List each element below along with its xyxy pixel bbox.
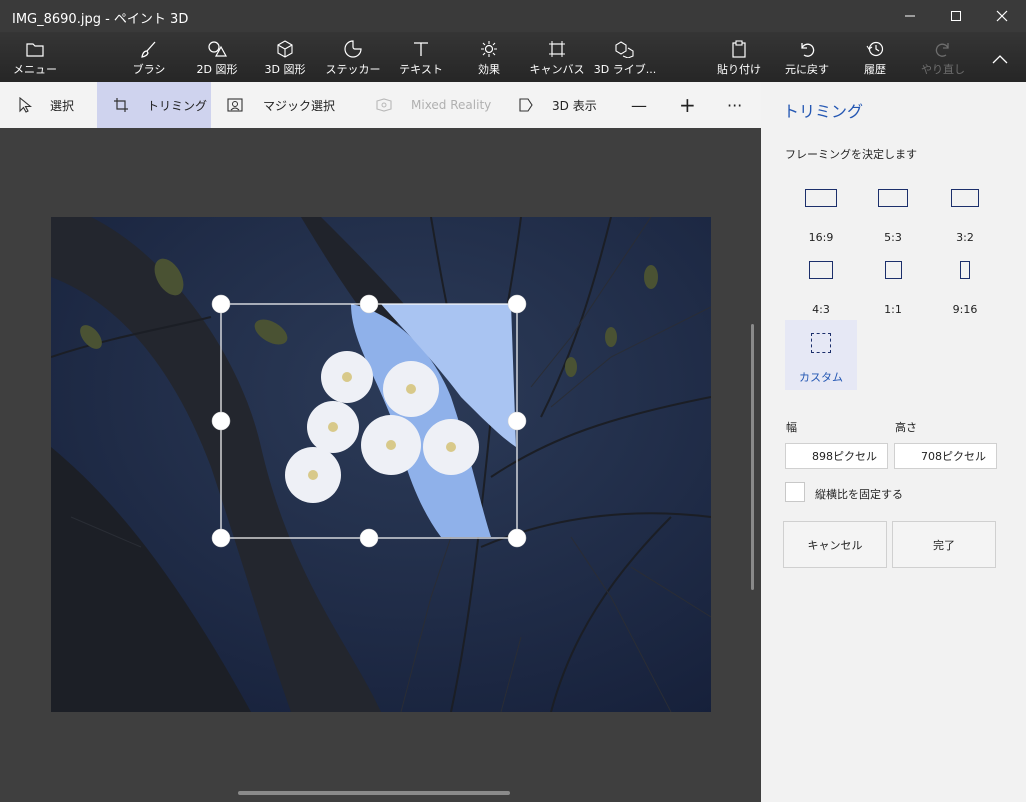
brush-tool[interactable]: ブラシ — [126, 32, 172, 82]
more-options-button[interactable]: ··· — [727, 82, 742, 128]
cursor-icon — [18, 97, 32, 113]
view-3d-icon — [518, 97, 534, 113]
ratio-3-2-option[interactable]: 3:2 — [929, 189, 1001, 259]
redo-icon — [934, 38, 952, 60]
library-3d-icon — [615, 38, 635, 60]
text-icon — [412, 38, 430, 60]
mixed-reality-icon — [375, 97, 393, 113]
ratio-3-2-icon — [951, 189, 979, 207]
view3d-tool[interactable]: 3D 表示 — [518, 82, 597, 128]
window-title: IMG_8690.jpg - ペイント 3D — [12, 12, 189, 27]
magic-select-tool[interactable]: マジック選択 — [227, 82, 335, 128]
chevron-up-icon — [992, 48, 1008, 70]
canvas-tool[interactable]: キャンバス — [530, 32, 585, 82]
library3d-tool[interactable]: 3D ライブ... — [594, 32, 656, 82]
shapes-2d-icon — [207, 38, 227, 60]
redo-button[interactable]: やり直し — [920, 32, 966, 82]
cube-icon — [276, 38, 294, 60]
ratio-1-1-option[interactable]: 1:1 — [857, 261, 929, 331]
crop-icon — [113, 97, 129, 113]
cancel-button[interactable]: キャンセル — [783, 521, 887, 568]
height-label: 高さ — [895, 421, 917, 434]
history-icon — [866, 38, 884, 60]
stickers-tool[interactable]: ステッカー — [326, 32, 381, 82]
maximize-button[interactable] — [933, 0, 979, 32]
sticker-icon — [344, 38, 362, 60]
vertical-scrollbar[interactable] — [751, 324, 754, 590]
text-tool[interactable]: テキスト — [398, 32, 444, 82]
photo-image — [51, 217, 711, 712]
crop-subtoolbar: 選択 トリミング マジック選択 Mixed Reality 3D 表示 — + … — [0, 82, 761, 128]
ratio-5-3-option[interactable]: 5:3 — [857, 189, 929, 259]
ratio-1-1-icon — [884, 261, 902, 279]
close-button[interactable] — [979, 0, 1025, 32]
zoom-out-button[interactable]: — — [631, 82, 647, 128]
undo-button[interactable]: 元に戻す — [784, 32, 830, 82]
history-button[interactable]: 履歴 — [852, 32, 898, 82]
ratio-16-9-icon — [805, 189, 837, 207]
close-icon — [996, 10, 1008, 22]
crop-tool[interactable]: トリミング — [97, 82, 211, 128]
collapse-toolbar-button[interactable] — [982, 32, 1018, 82]
magic-select-icon — [227, 97, 245, 113]
ratio-9-16-icon — [960, 261, 970, 279]
horizontal-scrollbar[interactable] — [238, 791, 510, 795]
shapes3d-tool[interactable]: 3D 図形 — [260, 32, 310, 82]
folder-icon — [26, 38, 44, 60]
custom-crop-icon — [811, 333, 831, 353]
lock-aspect-checkbox[interactable] — [785, 482, 805, 502]
lock-aspect-label: 縦横比を固定する — [815, 488, 903, 501]
panel-subtitle: フレーミングを決定します — [785, 148, 917, 161]
menu-button[interactable]: メニュー — [12, 32, 58, 82]
sun-icon — [480, 38, 498, 60]
height-field[interactable]: 708ピクセル — [894, 443, 997, 469]
minimize-icon — [905, 15, 915, 17]
width-field[interactable]: 898ピクセル — [785, 443, 888, 469]
undo-icon — [798, 38, 816, 60]
canvas-icon — [548, 38, 566, 60]
ratio-5-3-icon — [878, 189, 908, 207]
width-label: 幅 — [786, 421, 797, 434]
minimize-button[interactable] — [887, 0, 933, 32]
shapes2d-tool[interactable]: 2D 図形 — [192, 32, 242, 82]
maximize-icon — [951, 11, 961, 21]
ratio-16-9-option[interactable]: 16:9 — [785, 189, 857, 259]
crop-panel: トリミング フレーミングを決定します 16:9 5:3 3:2 4:3 1:1 … — [761, 82, 1026, 802]
select-tool[interactable]: 選択 — [18, 82, 74, 128]
main-toolbar: メニュー ブラシ 2D 図形 3D 図形 ステッカー テキスト 効果 キャンバス… — [0, 32, 1026, 82]
paste-button[interactable]: 貼り付け — [716, 32, 762, 82]
brush-icon — [140, 38, 158, 60]
clipboard-icon — [730, 38, 748, 60]
title-bar: IMG_8690.jpg - ペイント 3D — [0, 0, 1026, 32]
ratio-9-16-option[interactable]: 9:16 — [929, 261, 1001, 331]
zoom-in-button[interactable]: + — [679, 82, 696, 128]
mixed-reality-tool[interactable]: Mixed Reality — [375, 82, 491, 128]
ratio-4-3-icon — [809, 261, 833, 279]
effects-tool[interactable]: 効果 — [466, 32, 512, 82]
canvas-area[interactable] — [0, 128, 761, 802]
done-button[interactable]: 完了 — [892, 521, 996, 568]
panel-title: トリミング — [783, 102, 864, 121]
ratio-custom-option[interactable]: カスタム — [785, 320, 857, 390]
